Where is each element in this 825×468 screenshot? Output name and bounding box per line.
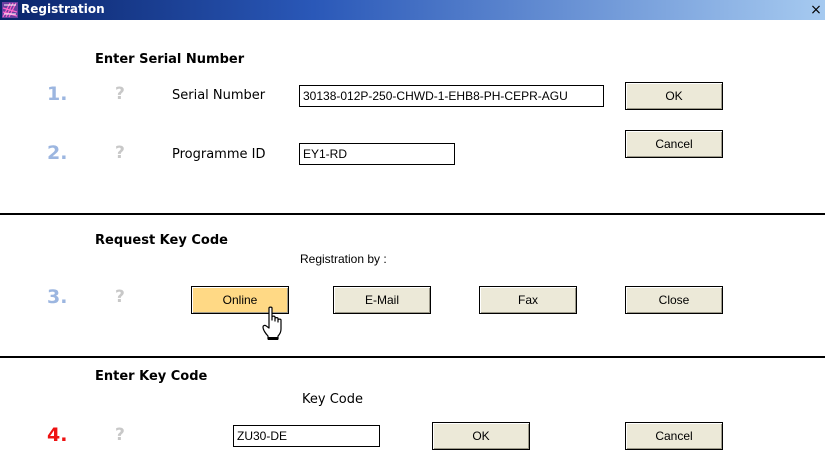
help-icon-step-1[interactable]: ? [115,84,125,104]
section-divider-1 [0,213,825,215]
email-button[interactable]: E-Mail [333,286,431,314]
close-button[interactable]: Close [625,286,723,314]
key-code-ok-button[interactable]: OK [432,422,530,450]
serial-number-label: Serial Number [172,88,266,103]
key-code-cancel-button[interactable]: Cancel [625,422,723,450]
fax-button[interactable]: Fax [479,286,577,314]
window-title: Registration [21,2,105,16]
section-heading-serial: Enter Serial Number [95,52,245,67]
title-bar[interactable]: Registration [0,0,825,20]
section-heading-keycode: Enter Key Code [95,369,208,384]
serial-number-input[interactable]: 30138-012P-250-CHWD-1-EHB8-PH-CEPR-AGU [299,85,604,107]
step-number-1: 1. [47,83,68,105]
programme-id-input[interactable]: EY1-RD [299,143,455,165]
step-number-2: 2. [47,142,68,164]
step-number-4: 4. [47,424,68,446]
close-icon[interactable]: × [809,3,823,17]
help-icon-step-4[interactable]: ? [115,425,125,445]
registration-app-icon [2,2,18,18]
step-number-3: 3. [47,286,68,308]
section-heading-request: Request Key Code [95,233,228,248]
section-divider-2 [0,356,825,358]
key-code-label: Key Code [302,392,363,407]
programme-id-label: Programme ID [172,147,266,162]
serial-cancel-button[interactable]: Cancel [625,130,723,158]
registration-by-label: Registration by : [300,252,387,266]
serial-ok-button[interactable]: OK [625,82,723,110]
help-icon-step-3[interactable]: ? [115,287,125,307]
key-code-input[interactable]: ZU30-DE [233,425,380,447]
help-icon-step-2[interactable]: ? [115,143,125,163]
hand-pointer-icon [262,306,282,340]
